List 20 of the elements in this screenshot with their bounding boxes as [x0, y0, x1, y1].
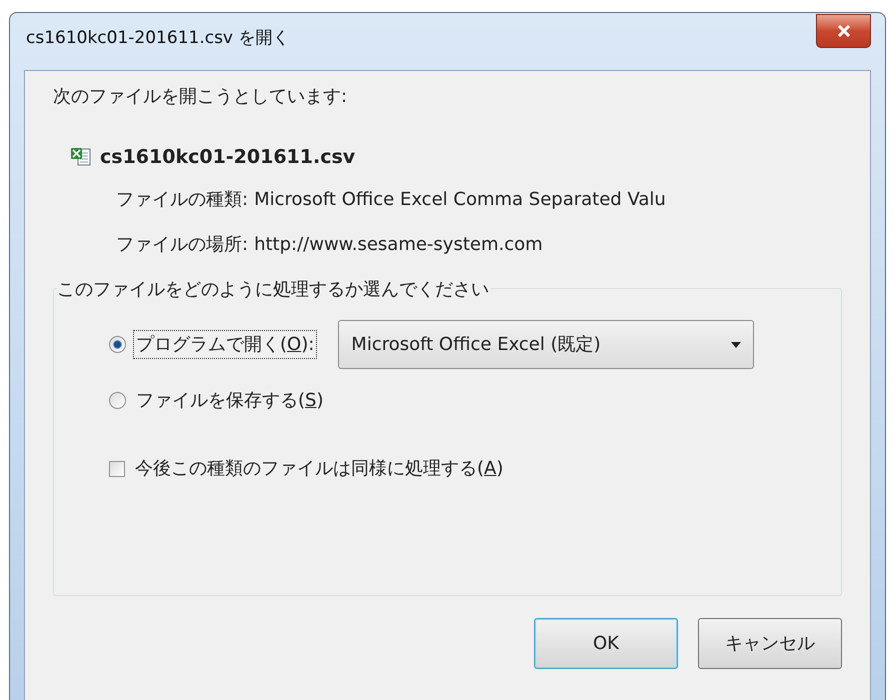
checkbox[interactable]	[109, 460, 125, 476]
detail-label: ファイルの場所:	[116, 232, 248, 256]
program-dropdown[interactable]: Microsoft Office Excel (既定)	[338, 320, 754, 369]
detail-label: ファイルの種類:	[116, 188, 248, 212]
option-label: プログラムで開く(O):	[134, 331, 316, 358]
file-name: cs1610kc01-201611.csv	[100, 145, 356, 170]
dialog-button[interactable]: キャンセル	[698, 618, 842, 668]
option-label: ファイルを保存する(S)	[135, 389, 324, 413]
caret-icon	[731, 342, 742, 348]
detail-value: http://www.sesame-system.com	[254, 232, 543, 256]
spreadsheet-file-icon	[70, 147, 92, 168]
intro-text: 次のファイルを開こうとしています:	[53, 85, 348, 109]
window-title: cs1610kc01-201611.csv を開く	[25, 26, 290, 50]
option-label: 今後この種類のファイルは同様に処理する(A)	[134, 457, 504, 481]
radio-button[interactable]	[109, 392, 126, 409]
close-button[interactable]	[816, 14, 871, 48]
radio-button[interactable]	[109, 336, 126, 353]
detail-value: Microsoft Office Excel Comma Separated Valu	[254, 188, 666, 212]
close-icon	[836, 24, 850, 36]
dialog-button[interactable]: OK	[534, 618, 678, 668]
